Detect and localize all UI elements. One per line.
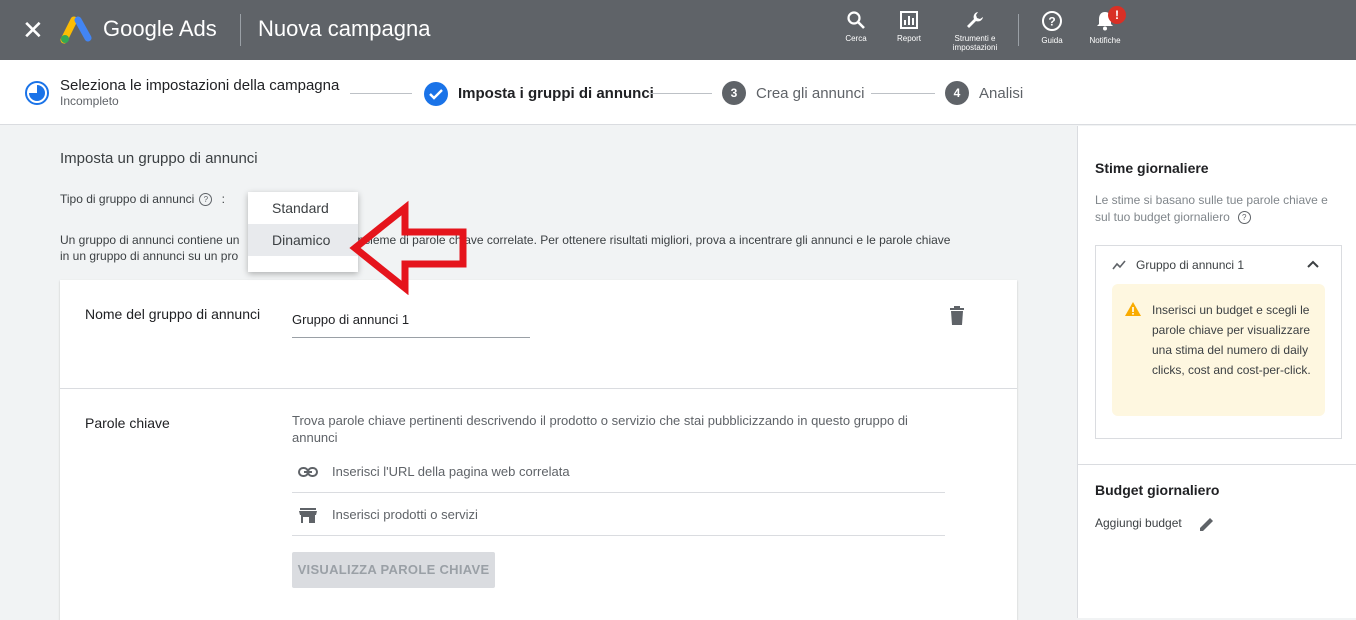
google-ads-logo-icon [60, 16, 92, 44]
step-title: Imposta i gruppi di annunci [458, 85, 654, 102]
top-bar: ✕ Google Ads Nuova campagna Cerca Report… [0, 0, 1356, 60]
products-input[interactable]: Inserisci prodotti o servizi [292, 495, 945, 536]
report-icon [900, 11, 918, 29]
step-campaign-settings[interactable]: Seleziona le impostazioni della campagna… [60, 77, 339, 108]
step-title: Seleziona le impostazioni della campagna [60, 77, 340, 94]
report-button[interactable]: Report [879, 10, 939, 43]
help-label: Guida [1041, 36, 1063, 45]
link-icon [298, 467, 318, 477]
search-icon [847, 11, 865, 29]
keywords-label: Parole chiave [85, 415, 170, 431]
ad-group-type-label: Tipo di gruppo di annunci? : [60, 192, 226, 207]
ad-group-card: Nome del gruppo di annunci Gruppo di ann… [60, 280, 1017, 620]
daily-estimates-panel: Stime giornaliere Le stime si basano sul… [1077, 126, 1356, 618]
step-number-4: 4 [945, 81, 969, 105]
estimates-subtitle: Le stime si basano sulle tue parole chia… [1095, 192, 1345, 226]
notifications-label: Notifiche [1089, 36, 1121, 45]
tools-settings-button[interactable]: Strumenti e impostazioni [945, 10, 1005, 52]
report-label: Report [896, 34, 921, 43]
card-divider [60, 388, 1017, 389]
step-create-ads[interactable]: Crea gli annunci [756, 85, 864, 102]
help-button[interactable]: ? Guida [1022, 10, 1082, 45]
trend-icon [1112, 260, 1126, 270]
show-keywords-button[interactable]: VISUALIZZA PAROLE CHIAVE [292, 552, 495, 588]
url-placeholder: Inserisci l'URL della pagina web correla… [332, 464, 570, 479]
close-icon[interactable]: ✕ [22, 16, 44, 44]
annotation-arrow-icon [349, 200, 467, 295]
help-icon: ? [1042, 11, 1062, 31]
notifications-button[interactable]: Notifiche [1075, 10, 1135, 45]
url-input[interactable]: Inserisci l'URL della pagina web correla… [292, 452, 945, 493]
trash-icon[interactable] [948, 306, 966, 326]
estimates-title: Stime giornaliere [1095, 160, 1209, 176]
search-button[interactable]: Cerca [826, 10, 886, 43]
estimates-subtitle-text: Le stime si basano sulle tue parole chia… [1095, 193, 1328, 224]
keywords-description: Trova parole chiave pertinenti descriven… [292, 413, 908, 445]
pencil-icon[interactable] [1198, 515, 1216, 533]
search-label: Cerca [845, 34, 867, 43]
ad-group-name-input[interactable]: Gruppo di annunci 1 [292, 310, 530, 338]
help-icon[interactable]: ? [1237, 211, 1251, 225]
page-title: Nuova campagna [258, 16, 431, 41]
warning-text: Inserisci un budget e scegli le parole c… [1152, 303, 1311, 377]
check-circle-icon [424, 82, 448, 106]
budget-title: Budget giornaliero [1095, 482, 1220, 498]
products-placeholder: Inserisci prodotti o servizi [332, 507, 478, 522]
step-connector [649, 93, 712, 94]
step-status: Incompleto [60, 94, 119, 108]
divider [240, 14, 241, 46]
step-title: Crea gli annunci [756, 85, 865, 102]
ad-group-type-text: Tipo di gruppo di annunci [60, 192, 195, 206]
ad-group-name-label: Nome del gruppo di annunci [85, 306, 261, 322]
step-title: Analisi [979, 85, 1024, 102]
description-line2: in un gruppo di annunci su un pro [60, 249, 239, 263]
section-title: Imposta un gruppo di annunci [60, 150, 258, 167]
label-colon: : [221, 192, 226, 206]
svg-text:?: ? [1048, 15, 1055, 29]
ad-group-estimate-box: Gruppo di annunci 1 Inserisci un budget … [1095, 245, 1342, 439]
divider [1018, 14, 1019, 46]
step-ad-groups[interactable]: Imposta i gruppi di annunci [458, 85, 654, 102]
progress-half-icon [25, 81, 49, 105]
option-dynamic[interactable]: Dinamico [248, 224, 358, 256]
help-icon[interactable]: ? [199, 193, 213, 207]
ad-group-description: Un gruppo di annunci contiene un insieme… [60, 232, 1020, 264]
add-budget-label: Aggiungi budget [1095, 516, 1182, 530]
chevron-up-icon[interactable] [1306, 259, 1320, 269]
option-standard[interactable]: Standard [248, 192, 358, 224]
description-left: Un gruppo di annunci contiene un [60, 233, 240, 247]
warning-icon [1125, 302, 1141, 316]
step-number-3: 3 [722, 81, 746, 105]
step-connector [871, 93, 935, 94]
store-icon [299, 508, 317, 523]
brand-name: Google Ads [103, 16, 217, 41]
ad-group-type-dropdown: Standard Dinamico [248, 192, 358, 272]
budget-warning: Inserisci un budget e scegli le parole c… [1112, 284, 1325, 416]
notification-badge: ! [1108, 6, 1126, 24]
panel-divider [1078, 464, 1356, 465]
wrench-icon [967, 12, 983, 28]
step-connector [350, 93, 412, 94]
tools-settings-label: Strumenti e impostazioni [952, 34, 998, 52]
estimate-group-name: Gruppo di annunci 1 [1136, 258, 1245, 272]
step-review[interactable]: Analisi [979, 85, 1023, 102]
